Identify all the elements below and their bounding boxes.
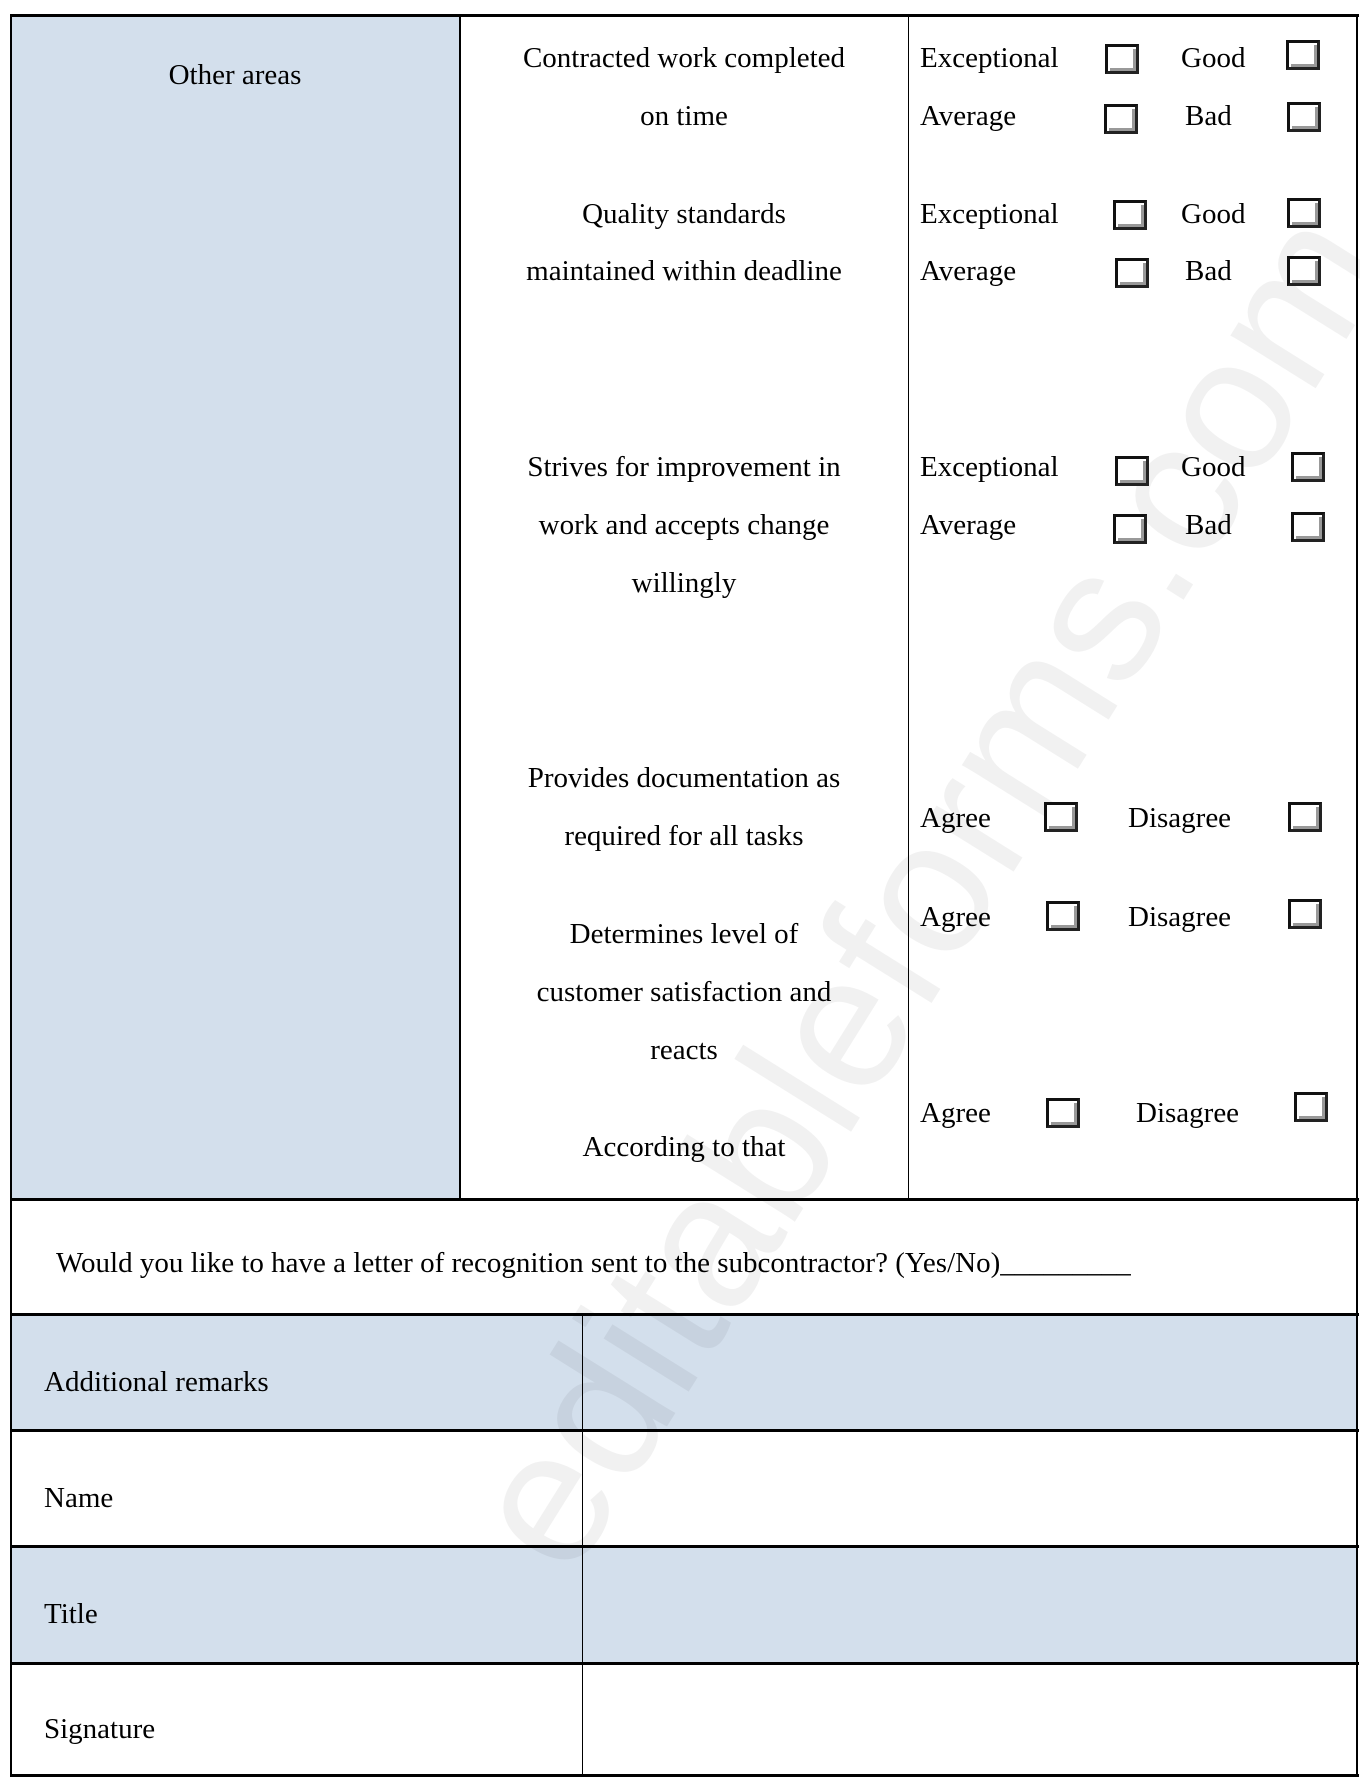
option-agree-label: Agree: [920, 802, 991, 834]
agree-checkbox[interactable]: [1044, 802, 1078, 832]
exceptional-checkbox[interactable]: [1115, 456, 1149, 486]
divider: [582, 1313, 583, 1777]
signature-field[interactable]: [584, 1665, 1356, 1774]
option-average-label: Average: [920, 255, 1017, 287]
criterion-text: customer satisfaction and: [536, 976, 832, 1008]
title-label: Title: [44, 1598, 98, 1630]
disagree-checkbox[interactable]: [1288, 899, 1322, 929]
table-border-top: [10, 14, 1359, 17]
option-disagree-label: Disagree: [1128, 802, 1232, 834]
option-good-label: Good: [1181, 42, 1246, 74]
option-good-label: Good: [1181, 198, 1246, 230]
criterion-text: According to that: [582, 1131, 786, 1163]
criterion-text: maintained within deadline: [526, 255, 842, 287]
option-average-label: Average: [920, 509, 1017, 541]
table-border-bottom: [10, 1774, 1359, 1777]
average-checkbox[interactable]: [1104, 104, 1138, 134]
additional-remarks-field[interactable]: [584, 1316, 1356, 1429]
criterion-text: Determines level of: [569, 918, 799, 950]
criterion-text: required for all tasks: [564, 820, 804, 852]
option-agree-label: Agree: [920, 901, 991, 933]
criterion-text: Contracted work completed: [522, 42, 846, 74]
name-label: Name: [44, 1482, 114, 1514]
recognition-letter-question: Would you like to have a letter of recog…: [56, 1247, 1131, 1279]
exceptional-checkbox[interactable]: [1113, 200, 1147, 230]
option-exceptional-label: Exceptional: [920, 42, 1059, 74]
section-label: Other areas: [168, 59, 302, 91]
criterion-text: on time: [640, 100, 728, 132]
option-bad-label: Bad: [1185, 255, 1232, 287]
section-label-cell: [11, 15, 459, 1199]
good-checkbox[interactable]: [1291, 452, 1325, 482]
title-field[interactable]: [584, 1548, 1356, 1662]
option-disagree-label: Disagree: [1136, 1097, 1240, 1129]
bad-checkbox[interactable]: [1287, 256, 1321, 286]
option-bad-label: Bad: [1185, 509, 1232, 541]
additional-remarks-label: Additional remarks: [44, 1366, 269, 1398]
good-checkbox[interactable]: [1287, 198, 1321, 228]
criterion-text: Provides documentation as: [527, 762, 841, 794]
agree-checkbox[interactable]: [1046, 901, 1080, 931]
average-checkbox[interactable]: [1113, 514, 1147, 544]
table-border-left: [10, 14, 12, 1777]
option-exceptional-label: Exceptional: [920, 451, 1059, 483]
option-exceptional-label: Exceptional: [920, 198, 1059, 230]
option-good-label: Good: [1181, 451, 1246, 483]
criterion-text: willingly: [631, 567, 737, 599]
exceptional-checkbox[interactable]: [1105, 44, 1139, 74]
option-disagree-label: Disagree: [1128, 901, 1232, 933]
bad-checkbox[interactable]: [1287, 102, 1321, 132]
bad-checkbox[interactable]: [1291, 512, 1325, 542]
option-agree-label: Agree: [920, 1097, 991, 1129]
average-checkbox[interactable]: [1115, 258, 1149, 288]
disagree-checkbox[interactable]: [1288, 802, 1322, 832]
agree-checkbox[interactable]: [1046, 1098, 1080, 1128]
option-bad-label: Bad: [1185, 100, 1232, 132]
name-field[interactable]: [584, 1432, 1356, 1545]
criterion-text: work and accepts change: [538, 509, 830, 541]
signature-label: Signature: [44, 1713, 156, 1745]
divider: [459, 14, 461, 1200]
divider: [10, 1198, 1359, 1201]
divider: [908, 14, 909, 1200]
evaluation-form-page: editableforms.com Other areas Contracted…: [0, 0, 1360, 1779]
criterion-text: Strives for improvement in: [527, 451, 841, 483]
good-checkbox[interactable]: [1286, 40, 1320, 70]
criterion-text: Quality standards: [582, 198, 786, 230]
table-border-right: [1356, 14, 1358, 1777]
criterion-text: reacts: [650, 1034, 718, 1066]
option-average-label: Average: [920, 100, 1017, 132]
disagree-checkbox[interactable]: [1294, 1092, 1328, 1122]
